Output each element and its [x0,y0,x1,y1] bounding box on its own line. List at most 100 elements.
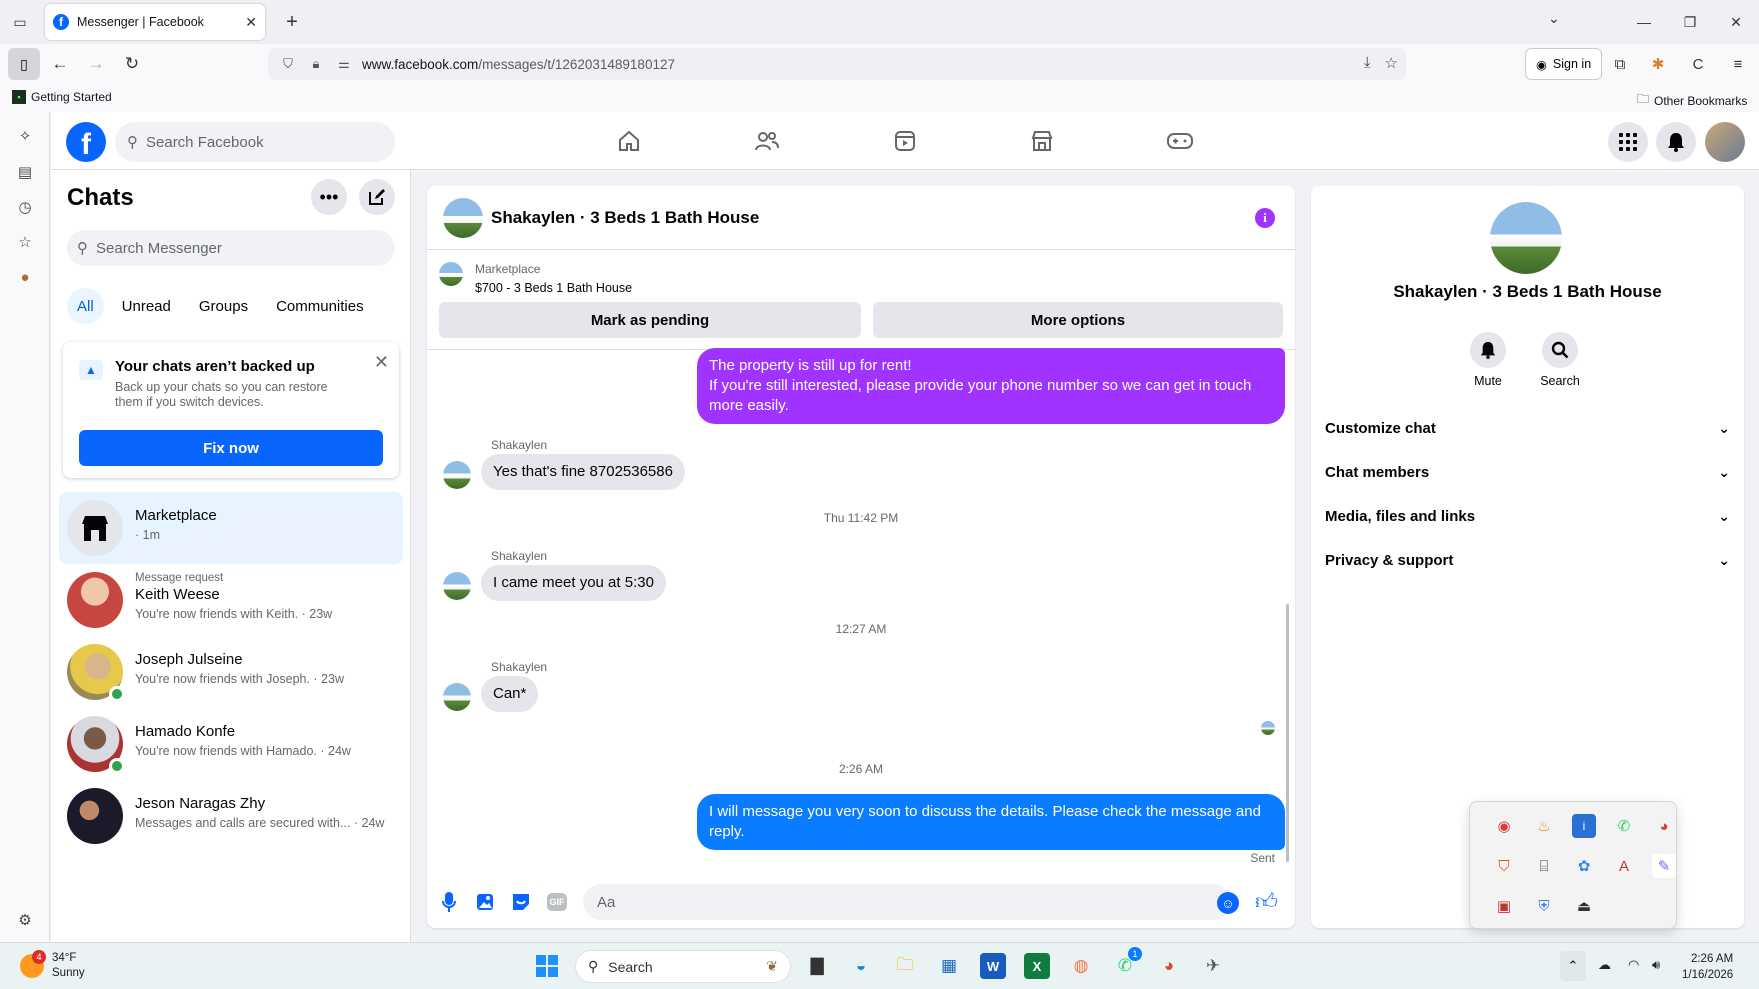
chat-item-jeson-naragas-zhy[interactable]: Jeson Naragas Zhy Messages and calls are… [59,780,403,852]
store-icon[interactable]: ▦ [936,953,962,979]
forward-icon[interactable]: → [84,52,108,76]
tray-info-icon[interactable]: i [1572,814,1596,838]
chrome-icon[interactable]: ◕ [1156,953,1182,979]
menu-icon[interactable]: ≡ [1728,54,1748,74]
sender-avatar[interactable] [443,683,471,711]
app-icon[interactable]: ✈ [1200,953,1226,979]
sidebar-toggle-icon[interactable]: ▯ [8,48,40,80]
mute-button[interactable]: Mute [1458,332,1518,388]
task-view-icon[interactable]: ▇ [804,953,830,979]
fix-now-button[interactable]: Fix now [79,430,383,466]
new-message-icon[interactable] [359,179,395,215]
tab-messenger[interactable]: f Messenger | Facebook ✕ [45,4,265,40]
reload-icon[interactable]: ↻ [120,52,144,76]
filter-communities[interactable]: Communities [266,288,374,324]
chat-scrollbar[interactable] [1286,604,1289,862]
close-tab-icon[interactable]: ✕ [245,14,257,31]
emoji-icon[interactable]: ☺ [1217,892,1239,914]
firefox-icon[interactable]: ◍ [1068,953,1094,979]
microphone-icon[interactable] [437,890,461,914]
chat-item-keith-weese[interactable]: Message request Keith Weese You're now f… [59,564,403,636]
section-media-files-links[interactable]: Media, files and links ⌄ [1325,496,1730,536]
friends-icon[interactable] [750,124,784,158]
wifi-icon[interactable]: ◠ [1628,957,1639,973]
profile-avatar[interactable] [1705,122,1745,162]
marketplace-icon[interactable] [1025,124,1059,158]
chat-item-hamado-konfe[interactable]: Hamado Konfe You're now friends with Ham… [59,708,403,780]
more-options-button[interactable]: More options [873,302,1283,338]
tray-eject-icon[interactable]: ⏏ [1572,894,1596,918]
minimize-icon[interactable]: — [1621,0,1667,44]
file-explorer-icon[interactable]: 🗀 [892,953,918,979]
word-icon[interactable]: W [980,953,1006,979]
tray-pdf-icon[interactable]: ▣ [1492,894,1516,918]
messenger-search-input[interactable]: ⚲ Search Messenger [67,230,395,266]
system-clock[interactable]: 2:26 AM 1/16/2026 [1682,951,1733,983]
taskbar-search[interactable]: ⚲ Search ❦ [575,950,791,983]
shield-icon[interactable]: ⛉ [278,56,298,72]
section-privacy-support[interactable]: Privacy & support ⌄ [1325,540,1730,580]
tray-font-icon[interactable]: A [1612,854,1636,878]
gaming-icon[interactable] [1163,124,1197,158]
mark-as-pending-button[interactable]: Mark as pending [439,302,861,338]
more-options-icon[interactable]: ••• [311,179,347,215]
menu-grid-icon[interactable] [1608,122,1648,162]
sender-avatar[interactable] [443,572,471,600]
edge-icon[interactable]: ◒ [848,953,874,979]
notifications-bell-icon[interactable] [1656,122,1696,162]
history-icon[interactable]: ◷ [15,197,35,217]
chevron-down-icon[interactable]: ⌄ [1548,10,1560,27]
restore-icon[interactable]: ❐ [1667,0,1713,44]
sign-in-button[interactable]: ◉ Sign in [1525,48,1603,80]
message-input[interactable]: Aa [583,884,1231,920]
sender-avatar[interactable] [443,461,471,489]
whatsapp-icon[interactable]: ✆ 1 [1112,947,1142,979]
cookie-icon[interactable]: ● [15,267,35,287]
tray-chrome-icon[interactable]: ◕ [1652,814,1676,838]
info-icon[interactable]: i [1255,208,1275,228]
facebook-search-input[interactable]: ⚲ Search Facebook [115,122,395,162]
settings-icon[interactable]: ⚙ [15,910,35,930]
chat-item-joseph-julseine[interactable]: Joseph Julseine You're now friends with … [59,636,403,708]
tray-copilot-icon[interactable]: ✿ [1572,854,1596,878]
tray-pen-icon[interactable]: ✎ [1652,854,1676,878]
filter-all[interactable]: All [67,288,104,324]
bookmark-other[interactable]: 🗀 Other Bookmarks [1637,90,1747,111]
message-bubble-outgoing[interactable]: I will message you very soon to discuss … [697,794,1285,850]
tray-security-icon[interactable]: ⛨ [1532,894,1556,918]
video-icon[interactable] [888,124,922,158]
message-bubble-incoming[interactable]: Yes that's fine 8702536586 [481,454,685,490]
weather-widget[interactable]: 4 34°F Sunny [20,950,85,981]
tray-app-red-icon[interactable]: ◉ [1492,814,1516,838]
section-chat-members[interactable]: Chat members ⌄ [1325,452,1730,492]
tab-list-icon[interactable]: ▭ [8,10,32,34]
tray-brave-icon[interactable]: ⛉ [1492,854,1516,878]
close-window-icon[interactable]: ✕ [1713,0,1759,44]
tray-flame-icon[interactable]: ♨ [1532,814,1556,838]
back-icon[interactable]: ← [48,52,72,76]
new-tab-icon[interactable]: + [280,10,304,34]
facebook-logo-icon[interactable]: f [66,122,106,162]
ai-sparkle-icon[interactable]: ✧ [15,126,35,146]
excel-icon[interactable]: X [1024,953,1050,979]
sticker-icon[interactable] [509,890,533,914]
close-icon[interactable]: ✕ [374,352,389,373]
message-bubble-incoming[interactable]: I came meet you at 5:30 [481,565,666,601]
search-conversation-button[interactable]: Search [1530,332,1590,388]
lock-icon[interactable]: 🔒︎ [306,56,326,72]
volume-icon[interactable]: 🔊︎ [1652,957,1660,973]
tray-whatsapp-icon[interactable]: ✆ [1612,814,1636,838]
message-bubble-incoming[interactable]: Can* [481,676,539,712]
cookie-extension-icon[interactable]: ✱ [1648,54,1668,74]
bookmark-getting-started[interactable]: ▪ Getting Started [12,90,112,104]
filter-unread[interactable]: Unread [112,288,181,324]
gif-icon[interactable]: GIF [545,890,569,914]
show-hidden-icons-chevron[interactable]: ⌃ [1560,951,1586,981]
bookmark-star-icon[interactable]: ☆ [1385,54,1398,72]
c-extension-icon[interactable]: C [1688,54,1708,74]
bookmarks-star-icon[interactable]: ☆ [15,232,35,252]
thumbs-up-icon[interactable]: 👍︎ [1255,888,1278,915]
synced-tabs-icon[interactable]: ▤ [15,162,35,182]
save-page-icon[interactable]: ⤓ [1364,54,1371,72]
filter-groups[interactable]: Groups [189,288,258,324]
